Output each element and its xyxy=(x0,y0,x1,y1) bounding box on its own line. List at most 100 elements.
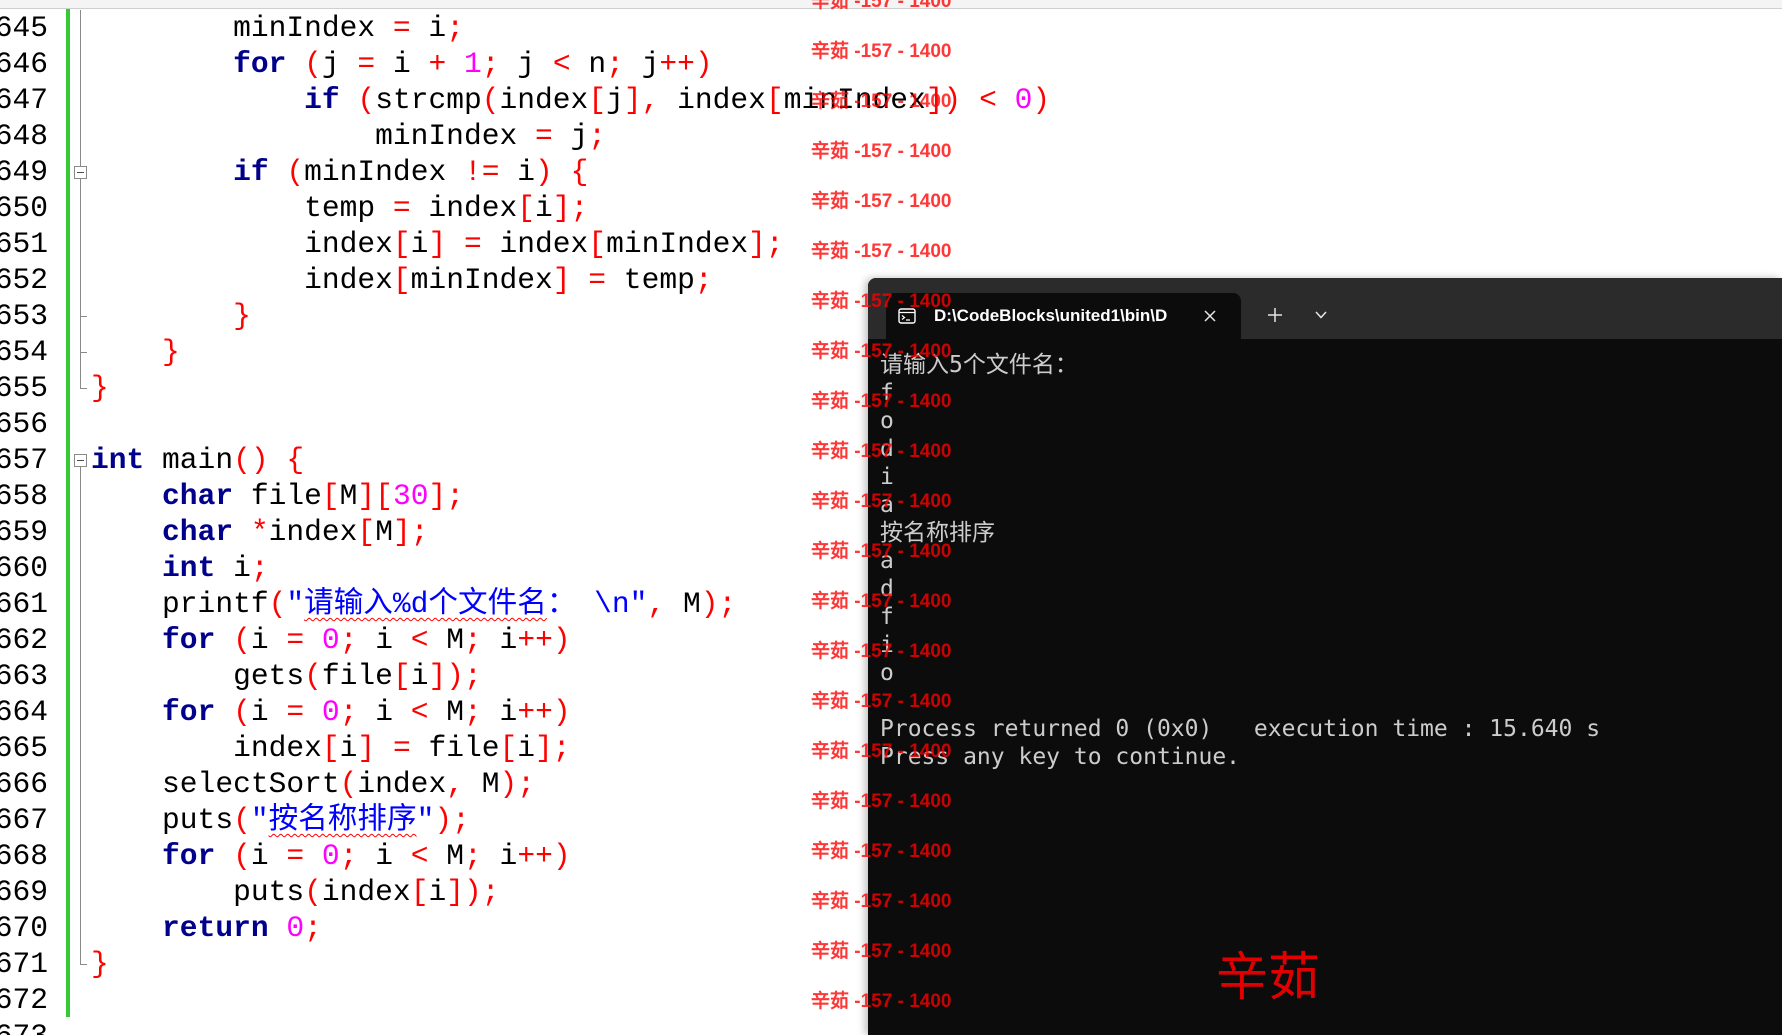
code-token: i xyxy=(357,695,411,729)
code-token: ; xyxy=(339,623,358,657)
code-token: { xyxy=(570,155,589,189)
code-token: ( xyxy=(304,47,322,81)
fold-line xyxy=(80,586,81,622)
new-tab-button[interactable] xyxy=(1266,306,1284,324)
chevron-down-icon xyxy=(1315,311,1327,319)
code-token: ] xyxy=(357,731,376,765)
terminal-output-line: f xyxy=(880,604,894,630)
code-token: ); xyxy=(434,803,470,837)
code-token: () xyxy=(233,443,269,477)
line-number: 658 xyxy=(0,479,48,513)
code-line[interactable]: gets(file[i]); xyxy=(91,658,482,694)
code-line[interactable]: puts("按名称排序"); xyxy=(91,802,470,838)
code-token: ; xyxy=(606,47,624,81)
terminal-output[interactable]: 请输入5个文件名： f o d i a 按名称排序 a d f i o Process returned… xyxy=(868,339,1782,1035)
code-line[interactable]: } xyxy=(91,946,109,982)
code-token: strcmp xyxy=(375,83,482,117)
fold-line xyxy=(80,838,81,874)
fold-margin xyxy=(72,0,90,1035)
code-token: i xyxy=(250,839,287,873)
line-number: 671 xyxy=(0,947,48,981)
terminal-window[interactable]: D:\CodeBlocks\united1\bin\D 请输入5个文件名： f o d… xyxy=(868,278,1782,1035)
line-number: 650 xyxy=(0,191,48,225)
code-line[interactable]: selectSort(index, M); xyxy=(91,766,535,802)
tab-dropdown-button[interactable] xyxy=(1313,308,1329,322)
close-tab-button[interactable] xyxy=(1202,308,1218,324)
code-token: for xyxy=(162,695,216,729)
fold-line xyxy=(80,694,81,730)
code-token: i xyxy=(250,695,287,729)
code-line[interactable]: for (i = 0; i < M; i++) xyxy=(91,622,571,658)
code-token: j xyxy=(499,47,553,81)
code-token: M xyxy=(428,695,465,729)
line-number: 666 xyxy=(0,767,48,801)
code-line[interactable]: if (strcmp(index[j], index[minIndex]) < … xyxy=(91,82,1050,118)
code-line[interactable]: int i; xyxy=(91,550,269,586)
code-token: minIndex xyxy=(304,155,464,189)
terminal-output-line: i xyxy=(880,632,894,658)
terminal-tab[interactable]: D:\CodeBlocks\united1\bin\D xyxy=(886,293,1241,339)
code-line[interactable]: for (i = 0; i < M; i++) xyxy=(91,694,571,730)
fold-line xyxy=(80,874,81,910)
terminal-output-line: d xyxy=(880,436,894,462)
code-token: ++) xyxy=(517,695,571,729)
terminal-output-line: a xyxy=(880,492,894,518)
code-token: ); xyxy=(700,587,737,621)
code-line[interactable]: minIndex = j; xyxy=(91,118,606,154)
fold-line xyxy=(80,946,81,965)
code-line[interactable]: printf("请输入%d个文件名： \n", M); xyxy=(91,586,736,622)
line-number: 661 xyxy=(0,587,48,621)
fold-collapse-icon[interactable] xyxy=(74,454,87,467)
code-token: ]; xyxy=(748,227,784,261)
code-line[interactable]: temp = index[i]; xyxy=(91,190,588,226)
code-line[interactable]: } xyxy=(91,370,109,406)
code-token: 0 xyxy=(321,839,340,873)
code-token: minIndex xyxy=(91,11,393,45)
code-token: j xyxy=(321,47,358,81)
code-line[interactable]: for (i = 0; i < M; i++) xyxy=(91,838,571,874)
code-line[interactable]: index[minIndex] = temp; xyxy=(91,262,713,298)
code-token: [ xyxy=(588,227,607,261)
code-token: = xyxy=(534,119,553,153)
code-token: + xyxy=(428,47,447,81)
code-token: j xyxy=(623,47,660,81)
fold-collapse-icon[interactable] xyxy=(74,166,87,179)
line-number: 655 xyxy=(0,371,48,405)
code-token: temp xyxy=(606,263,695,297)
code-token: ( xyxy=(233,623,251,657)
line-number: 647 xyxy=(0,83,48,117)
code-token: ( xyxy=(304,659,322,693)
code-line[interactable]: if (minIndex != i) { xyxy=(91,154,588,190)
code-line[interactable]: index[i] = index[minIndex]; xyxy=(91,226,784,262)
code-token: ][ xyxy=(357,479,393,513)
code-token: < xyxy=(979,83,997,117)
code-token: = xyxy=(463,227,482,261)
fold-line xyxy=(80,730,81,766)
code-line[interactable]: int main() { xyxy=(91,442,304,478)
code-token: } xyxy=(162,335,180,369)
code-line[interactable]: char *index[M]; xyxy=(91,514,428,550)
fold-line xyxy=(80,82,81,118)
code-line[interactable]: minIndex = i; xyxy=(91,10,464,46)
line-number: 667 xyxy=(0,803,48,837)
code-line[interactable]: return 0; xyxy=(91,910,322,946)
code-line[interactable]: } xyxy=(91,334,180,370)
code-token: 0 xyxy=(321,623,340,657)
code-line[interactable]: } xyxy=(91,298,251,334)
fold-line xyxy=(80,478,81,514)
code-line[interactable]: for (j = i + 1; j < n; j++) xyxy=(91,46,713,82)
code-token: printf xyxy=(91,587,269,621)
code-line[interactable]: index[i] = file[i]; xyxy=(91,730,571,766)
code-token: ++) xyxy=(517,839,571,873)
code-token: ： \n" xyxy=(546,587,648,621)
code-line[interactable]: puts(index[i]); xyxy=(91,874,499,910)
code-line[interactable]: char file[M][30]; xyxy=(91,478,464,514)
